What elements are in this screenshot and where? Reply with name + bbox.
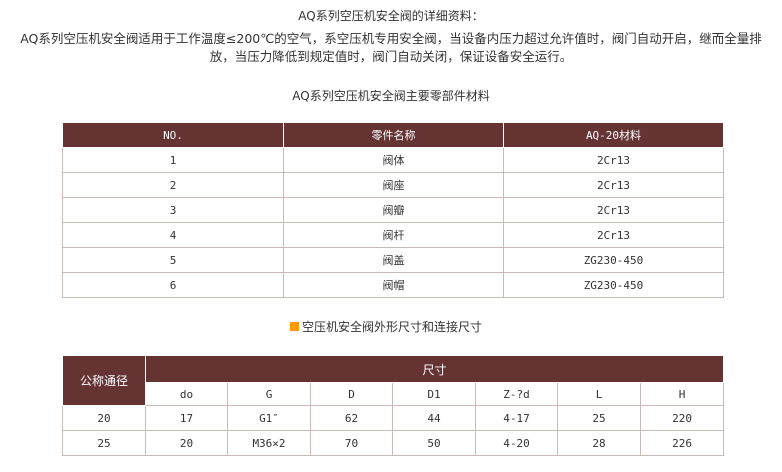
cell-g: M36×2 (227, 430, 311, 456)
cell-no: 6 (62, 272, 284, 298)
header-nominal-diameter: 公称通径 (62, 355, 146, 406)
cell-d1: 44 (392, 405, 476, 431)
cell-part-name: 阀座 (283, 172, 504, 198)
table-row: 3 阀瓣 2Cr13 (62, 197, 724, 223)
header-no: NO. (62, 122, 284, 148)
table-row: 6 阀帽 ZG230-450 (62, 272, 724, 298)
cell-d: 70 (310, 430, 393, 456)
intro-paragraph: AQ系列空压机安全阀适用于工作温度≤200℃的空气，系空压机专用安全阀，当设备内… (20, 31, 762, 64)
subheader-l: L (557, 382, 641, 406)
dims-section-title: 空压机安全阀外形尺寸和连接尺寸 (290, 318, 482, 335)
cell-h: 226 (639, 430, 725, 456)
cell-no: 2 (62, 172, 284, 198)
cell-d1: 50 (392, 430, 476, 456)
cell-nominal: 25 (62, 430, 146, 456)
cell-h: 220 (639, 405, 725, 431)
cell-no: 4 (62, 222, 284, 248)
cell-do: 17 (145, 405, 228, 431)
cell-part-name: 阀杆 (283, 222, 504, 248)
cell-material: 2Cr13 (503, 147, 724, 173)
cell-part-name: 阀帽 (283, 272, 504, 298)
table-row: 5 阀盖 ZG230-450 (62, 247, 724, 273)
cell-no: 3 (62, 197, 284, 223)
dims-header-row: 公称通径 尺寸 (62, 355, 725, 406)
parts-material-table: NO. 零件名称 AQ-20材料 1 阀体 2Cr13 2 阀座 2Cr13 3… (62, 122, 724, 298)
cell-no: 5 (62, 247, 284, 273)
cell-part-name: 阀瓣 (283, 197, 504, 223)
subheader-do: do (145, 382, 228, 406)
cell-material: 2Cr13 (503, 222, 724, 248)
dimensions-table: 公称通径 尺寸 do G D D1 Z-?d L H 20 17 G1″ 62 … (62, 355, 725, 456)
table-row: 4 阀杆 2Cr13 (62, 222, 724, 248)
dims-subheader-row: do G D D1 Z-?d L H (63, 382, 725, 406)
header-part-name: 零件名称 (283, 122, 504, 148)
header-size: 尺寸 (144, 355, 725, 383)
table-row: 20 17 G1″ 62 44 4-17 25 220 (62, 405, 725, 431)
cell-material: ZG230-450 (503, 247, 724, 273)
table-row: 1 阀体 2Cr13 (62, 147, 724, 173)
cell-part-name: 阀盖 (283, 247, 504, 273)
header-material: AQ-20材料 (503, 122, 724, 148)
cell-nominal: 20 (62, 405, 146, 431)
cell-material: 2Cr13 (503, 172, 724, 198)
cell-material: 2Cr13 (503, 197, 724, 223)
cell-no: 1 (62, 147, 284, 173)
cell-material: ZG230-450 (503, 272, 724, 298)
subheader-h: H (639, 382, 725, 406)
table-row: 2 阀座 2Cr13 (62, 172, 724, 198)
parts-table-title: AQ系列空压机安全阀主要零部件材料 (292, 89, 490, 103)
subheader-d1: D1 (392, 382, 476, 406)
cell-part-name: 阀体 (283, 147, 504, 173)
detail-title: AQ系列空压机安全阀的详细资料： (298, 9, 484, 23)
subheader-z-d: Z-?d (475, 382, 558, 406)
subheader-d: D (310, 382, 393, 406)
subheader-g: G (227, 382, 311, 406)
parts-header-row: NO. 零件名称 AQ-20材料 (62, 122, 724, 148)
table-row: 25 20 M36×2 70 50 4-20 28 226 (62, 430, 725, 456)
cell-do: 20 (145, 430, 228, 456)
dims-title-text: 空压机安全阀外形尺寸和连接尺寸 (302, 320, 483, 334)
cell-l: 28 (557, 430, 641, 456)
cell-z-d: 4-17 (475, 405, 558, 431)
cell-z-d: 4-20 (475, 430, 558, 456)
cell-d: 62 (310, 405, 393, 431)
cell-g: G1″ (227, 405, 311, 431)
cell-l: 25 (557, 405, 641, 431)
orange-square-bullet-icon (290, 322, 299, 331)
